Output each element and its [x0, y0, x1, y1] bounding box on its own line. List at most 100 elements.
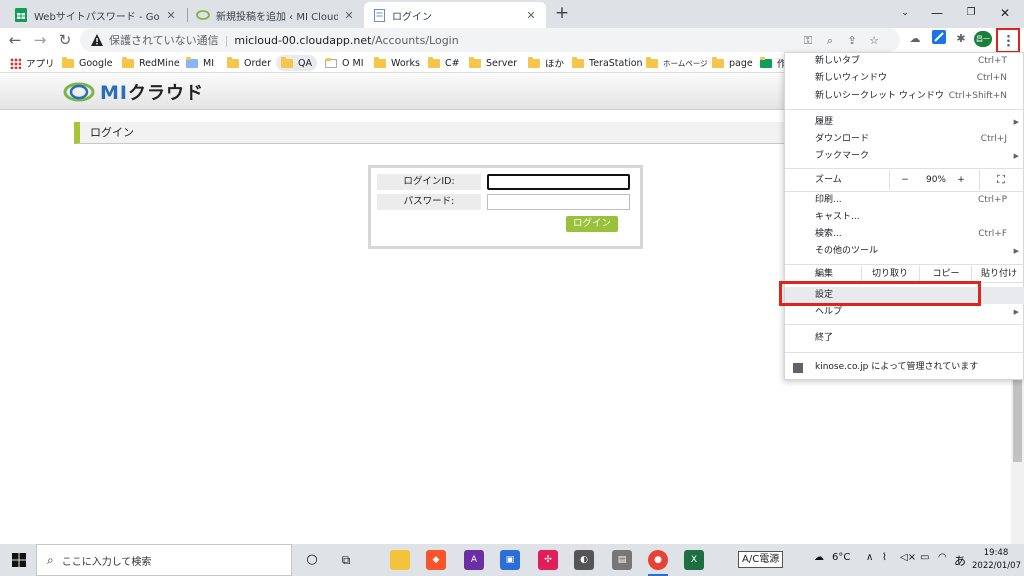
minimize-button[interactable]: — — [926, 3, 948, 23]
taskbar-clock[interactable]: 19:48 2022/01/07 — [972, 547, 1021, 573]
share-icon[interactable]: ⇪ — [844, 33, 860, 49]
menu-exit[interactable]: 終了 — [785, 330, 1024, 347]
login-id-input[interactable] — [487, 174, 630, 190]
scrollbar-thumb[interactable] — [1013, 380, 1022, 462]
site-header: MIクラウド — [0, 74, 784, 110]
mic-icon[interactable]: ⌇ — [882, 552, 887, 563]
close-icon[interactable]: ✕ — [524, 9, 538, 22]
app-icon[interactable]: ▣ — [500, 550, 520, 570]
folder-icon — [646, 56, 658, 68]
bookmark-apps[interactable]: アプリ — [10, 55, 55, 71]
menu-downloads[interactable]: ダウンロード Ctrl+J — [785, 131, 1024, 148]
zoom-in-button[interactable]: + — [951, 170, 971, 190]
ime-mode[interactable]: あ — [954, 552, 966, 569]
menu-print[interactable]: 印刷... Ctrl+P — [785, 192, 1024, 209]
bookmark-item[interactable]: O MI — [325, 55, 364, 71]
key-icon[interactable]: ⚿ — [800, 33, 816, 49]
bookmark-item[interactable]: C# — [428, 55, 460, 71]
tab-login[interactable]: ログイン ✕ — [364, 2, 546, 28]
menu-managed[interactable]: kinose.co.jp によって管理されています — [785, 359, 1024, 376]
wifi-icon[interactable]: ◠ — [938, 552, 947, 563]
address-bar[interactable]: 保護されていない通信 | micloud-00.cloudapp.net/Acc… — [80, 28, 900, 52]
cortana-icon[interactable]: ○ — [302, 550, 322, 570]
bookmark-item[interactable]: page — [712, 55, 753, 71]
extensions-puzzle-icon[interactable]: ✱ — [952, 30, 970, 48]
bookmark-item[interactable]: QA — [276, 55, 317, 71]
bookmark-item[interactable]: 作 — [760, 55, 787, 71]
zoom-icon[interactable]: ⌕ — [822, 33, 838, 49]
bookmark-item[interactable]: Google — [62, 55, 113, 71]
back-button[interactable]: ← — [4, 29, 26, 51]
bookmark-item[interactable]: Works — [374, 55, 420, 71]
menu-bookmarks[interactable]: ブックマーク ▶ — [785, 148, 1024, 165]
fullscreen-icon[interactable]: ⛶ — [991, 170, 1011, 190]
tab-spreadsheet[interactable]: Webサイトパスワード - Google スプレ ✕ — [6, 2, 186, 28]
cut-button[interactable]: 切り取り — [865, 266, 915, 282]
password-input[interactable] — [487, 194, 630, 210]
windows-taskbar: ⌕ ここに入力して検索 ○ ⧉ ◆ A ▣ ✣ ◐ ▤ ● X A/C電源 ☁ … — [0, 544, 1024, 576]
apps-icon — [10, 57, 21, 69]
menu-history[interactable]: 履歴 ▶ — [785, 114, 1024, 131]
password-label: パスワード: — [377, 194, 481, 210]
weather-icon[interactable]: ☁ — [814, 552, 824, 563]
folder-icon — [122, 56, 134, 68]
tab-new-post[interactable]: 新規投稿を追加 ‹ MI Cloud(印刷 ✕ — [188, 2, 364, 28]
bookmark-item[interactable]: Server — [469, 55, 517, 71]
bookmark-item[interactable]: ほか — [528, 55, 564, 71]
profile-avatar[interactable]: 昌一 — [974, 31, 992, 47]
file-explorer-icon[interactable] — [390, 550, 410, 570]
ac-power-indicator[interactable]: A/C電源 — [738, 551, 784, 568]
temperature[interactable]: 6°C — [832, 552, 850, 563]
menu-find[interactable]: 検索... Ctrl+F — [785, 226, 1024, 243]
copy-button[interactable]: コピー — [923, 266, 969, 282]
chrome-menu-button[interactable] — [996, 28, 1020, 53]
logo-kana: クラウド — [127, 83, 204, 104]
chrome-icon[interactable]: ● — [648, 550, 668, 570]
reload-button[interactable]: ↻ — [54, 29, 76, 51]
new-tab-button[interactable]: + — [552, 4, 572, 24]
folder-icon — [712, 56, 724, 68]
close-icon[interactable]: ✕ — [164, 9, 178, 22]
bookmark-item[interactable]: Order — [227, 55, 271, 71]
tab-search-icon[interactable]: ⌄ — [894, 3, 916, 23]
bookmark-item[interactable]: MI — [186, 55, 214, 71]
paste-button[interactable]: 貼り付け — [975, 266, 1023, 282]
tab-title: Webサイトパスワード - Google スプレ — [34, 11, 160, 23]
app-icon[interactable]: ◐ — [574, 550, 594, 570]
extension-pen-icon[interactable] — [930, 30, 948, 48]
close-icon[interactable]: ✕ — [342, 9, 356, 22]
brave-icon[interactable]: ◆ — [426, 550, 446, 570]
bookmark-item[interactable]: RedMine — [122, 55, 180, 71]
login-form: ログインID: パスワード: ログイン — [368, 165, 643, 249]
volume-icon[interactable]: ◁× — [900, 552, 916, 563]
menu-more-tools[interactable]: その他のツール ▶ — [785, 243, 1024, 260]
bookmark-item[interactable]: TeraStation — [572, 55, 643, 71]
menu-cast[interactable]: キャスト... — [785, 209, 1024, 226]
battery-icon[interactable]: ▭ — [920, 552, 929, 563]
task-view-icon[interactable]: ⧉ — [336, 550, 356, 570]
menu-incognito[interactable]: 新しいシークレット ウィンドウ Ctrl+Shift+N — [785, 88, 1024, 105]
site-logo[interactable]: MIクラウド — [62, 79, 204, 105]
security-status[interactable]: 保護されていない通信 — [109, 32, 219, 48]
restore-button[interactable]: ❐ — [960, 3, 982, 23]
bookmark-item[interactable]: ホームページ — [646, 55, 708, 71]
chevron-up-icon[interactable]: ∧ — [866, 552, 873, 563]
bookmark-star-icon[interactable]: ☆ — [866, 33, 882, 49]
forward-button[interactable]: → — [29, 29, 51, 51]
excel-icon[interactable]: X — [684, 550, 704, 570]
extension-cloud-icon[interactable]: ☁ — [906, 30, 924, 48]
windows-start-icon[interactable] — [12, 553, 26, 567]
menu-new-tab[interactable]: 新しいタブ Ctrl+T — [785, 53, 1024, 70]
close-window-button[interactable]: ✕ — [994, 3, 1016, 23]
app-icon[interactable]: A — [464, 550, 484, 570]
login-button[interactable]: ログイン — [566, 216, 618, 232]
folder-icon — [469, 56, 481, 68]
slack-icon[interactable]: ✣ — [538, 550, 558, 570]
warning-icon — [91, 34, 103, 46]
taskbar-search-input[interactable]: ⌕ ここに入力して検索 — [36, 544, 292, 576]
zoom-out-button[interactable]: − — [893, 170, 917, 190]
folder-icon — [428, 56, 440, 68]
menu-new-window[interactable]: 新しいウィンドウ Ctrl+N — [785, 70, 1024, 87]
app-icon[interactable]: ▤ — [612, 550, 632, 570]
menu-help[interactable]: ヘルプ ▶ — [785, 304, 1024, 321]
